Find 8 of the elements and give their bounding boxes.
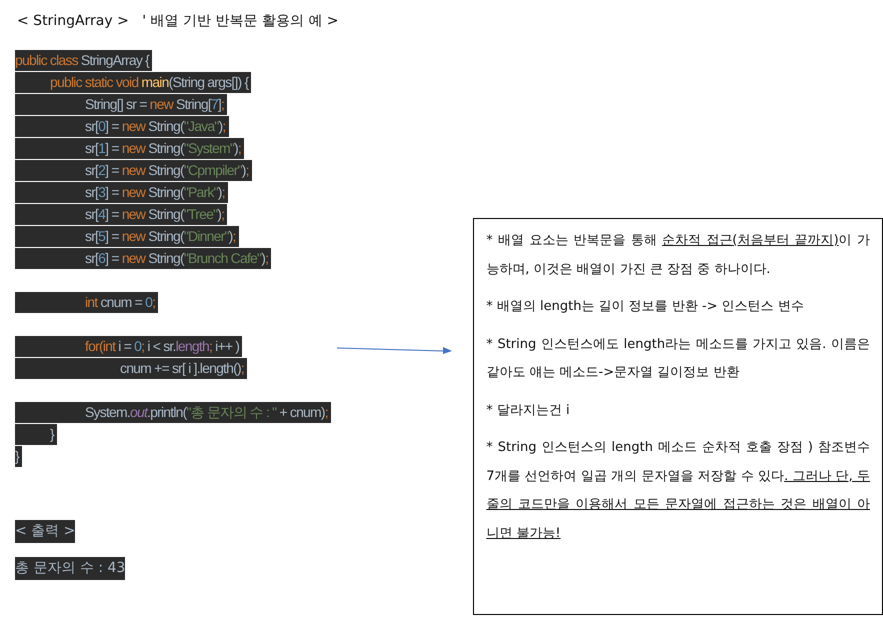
output-heading: < 출력 > xyxy=(15,520,76,543)
note-paragraph: * 달라지는건 i xyxy=(486,402,571,420)
note-paragraph: * String 인스턴스에도 length라는 메소드를 가지고 있음. 이름은 같아도 얘는 메소드->문자열 길이정보 반환 xyxy=(486,336,870,382)
output-result: 총 문자의 수 : 43 xyxy=(15,557,126,580)
document-title: < StringArray > ' 배열 기반 반복문 활용의 예 > xyxy=(17,12,338,30)
note-paragraph: * 배열의 length는 길이 정보를 반환 -> 인스턴스 변수 xyxy=(486,298,805,316)
note-paragraph: * 배열 요소는 반복문을 통해 순차적 접근(처음부터 끝까지)이 가능하며, 이것은 배열이 가진 큰 장점 중 하나이다. xyxy=(486,232,870,278)
note-paragraph: * String 인스턴스의 length 메소드 순차적 호출 장점 ) 참조변수 7개를 선언하여 일곱 개의 문자열을 저장할 수 있다. 그러나 단, 두 줄의 코드만을 이용해서 모든 문자열에 접근하는 것은 배열이 아니면 불가능! xyxy=(486,439,870,542)
